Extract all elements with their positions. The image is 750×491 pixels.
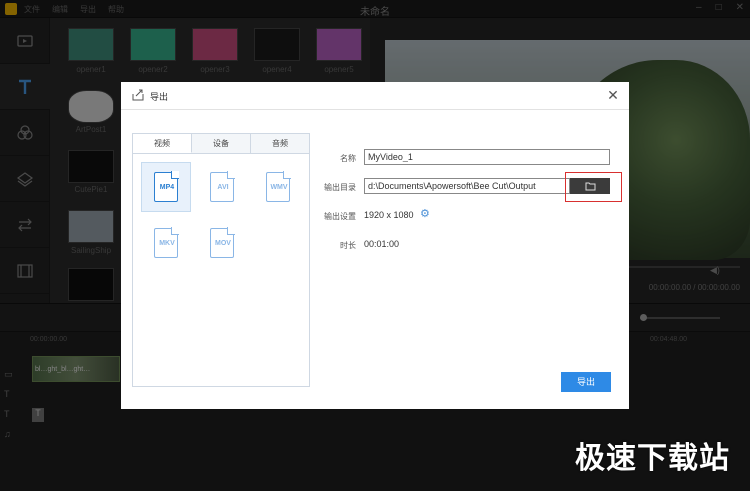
format-panel: 视频 设备 音频 MP4 AVI WMV MKV MOV xyxy=(132,133,310,387)
output-dir-input[interactable] xyxy=(364,178,570,194)
format-option-wmv[interactable]: WMV xyxy=(253,162,303,212)
wmv-file-icon: WMV xyxy=(266,171,291,202)
name-input[interactable] xyxy=(364,149,610,165)
mkv-file-icon: MKV xyxy=(154,227,179,258)
format-option-avi[interactable]: AVI xyxy=(197,162,247,212)
output-settings-value: 1920 x 1080 xyxy=(364,210,414,220)
mp4-file-icon: MP4 xyxy=(154,171,179,202)
output-dir-label: 输出目录 xyxy=(324,183,356,192)
format-label: MP4 xyxy=(159,184,175,191)
export-icon xyxy=(132,89,144,101)
avi-file-icon: AVI xyxy=(210,171,235,202)
annotation-highlight xyxy=(565,172,622,202)
format-label: AVI xyxy=(217,184,229,191)
close-icon[interactable]: ✕ xyxy=(605,87,621,103)
watermark: 极速下载站 xyxy=(575,441,730,476)
format-option-mov[interactable]: MOV xyxy=(197,218,247,268)
format-label: MKV xyxy=(159,240,175,247)
format-label: WMV xyxy=(270,184,288,191)
output-settings-label: 输出设置 xyxy=(324,212,356,221)
gear-icon[interactable]: ⚙ xyxy=(420,209,430,220)
tab-audio[interactable]: 音频 xyxy=(251,134,309,153)
format-option-mkv[interactable]: MKV xyxy=(141,218,191,268)
duration-label: 时长 xyxy=(340,241,356,250)
name-label: 名称 xyxy=(340,154,356,163)
dialog-title: 导出 xyxy=(150,92,169,102)
export-dialog: 导出 ✕ 视频 设备 音频 MP4 AVI WMV MKV MOV 名称 MyV… xyxy=(121,82,629,409)
tab-device[interactable]: 设备 xyxy=(192,134,251,153)
format-tabs: 视频 设备 音频 xyxy=(133,134,309,154)
duration-value: 00:01:00 xyxy=(364,239,400,249)
mov-file-icon: MOV xyxy=(210,227,235,258)
format-label: MOV xyxy=(215,240,231,247)
format-option-mp4[interactable]: MP4 xyxy=(141,162,191,212)
tab-video[interactable]: 视频 xyxy=(133,134,192,153)
dialog-header: 导出 ✕ xyxy=(121,82,629,110)
export-button[interactable]: 导出 xyxy=(561,372,611,392)
